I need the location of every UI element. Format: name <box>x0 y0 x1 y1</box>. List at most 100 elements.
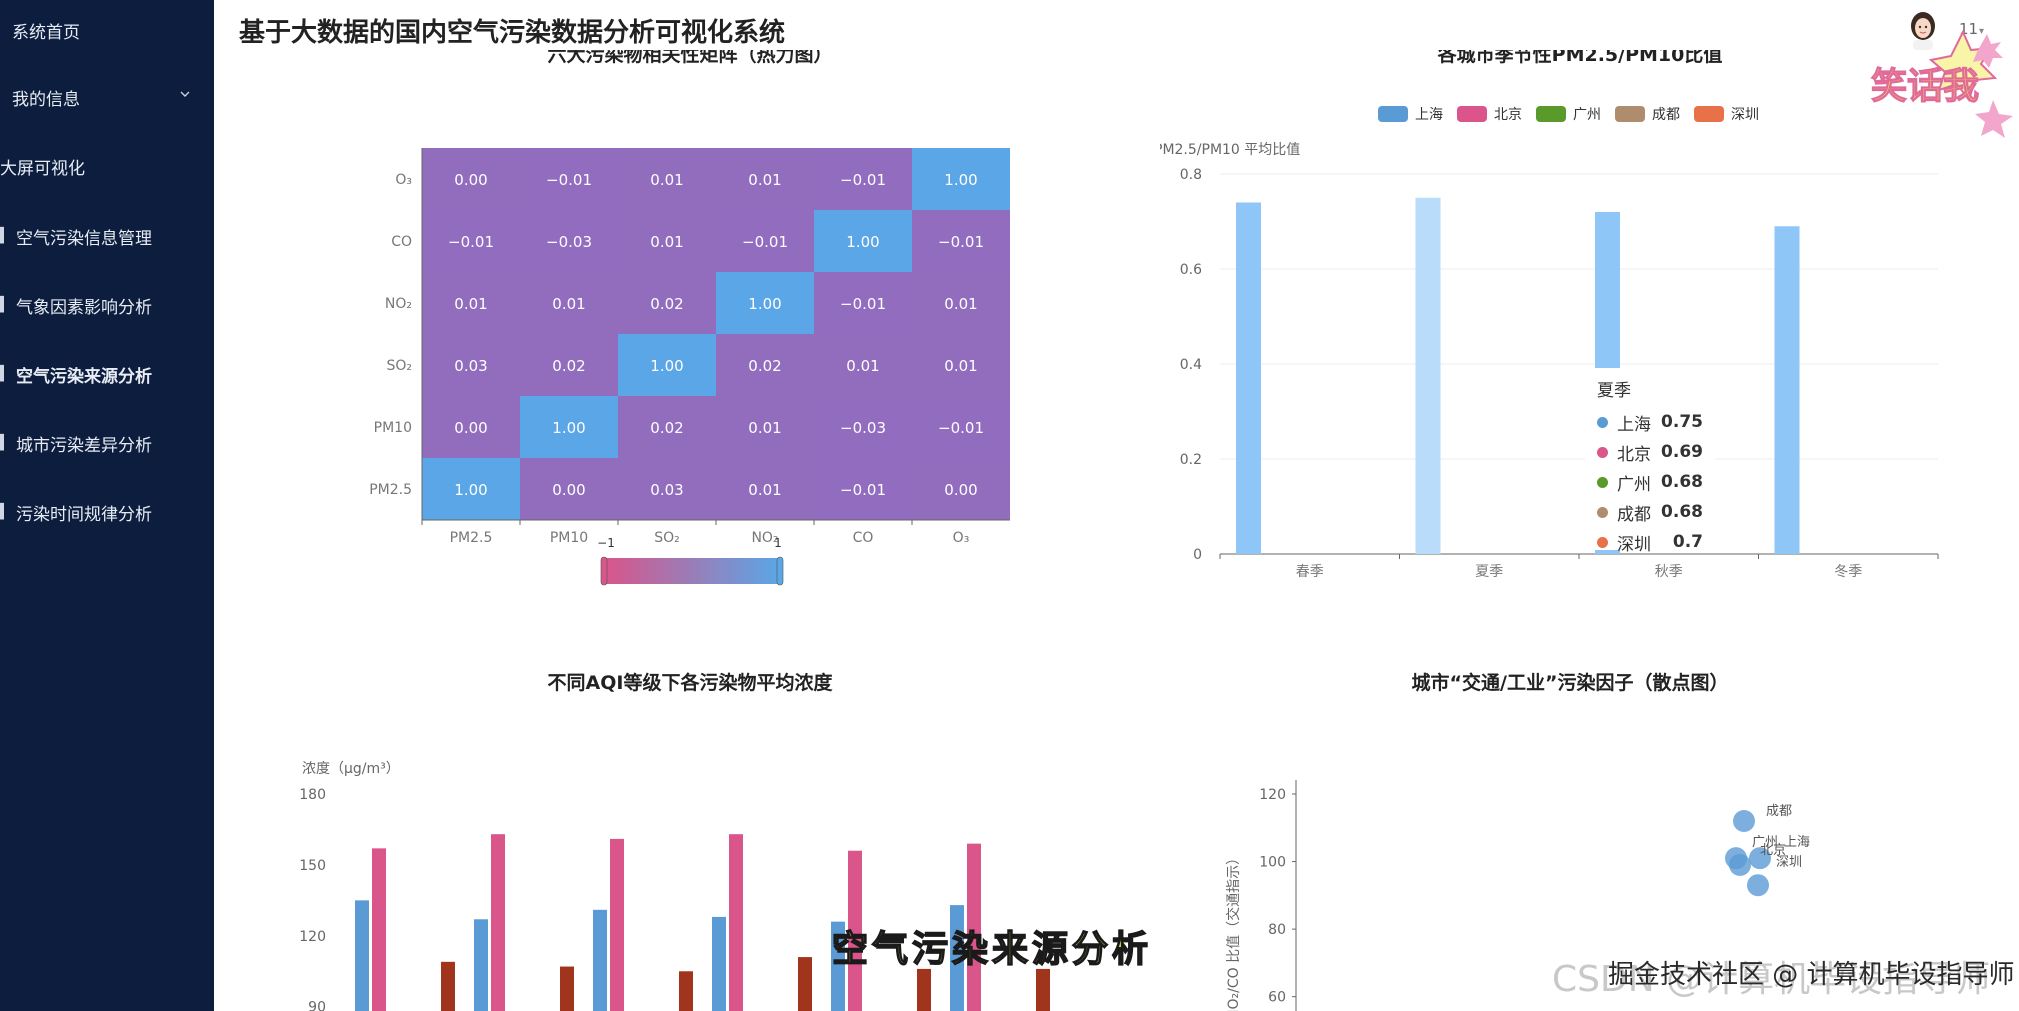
tooltip-series-name: 北京 <box>1617 444 1651 465</box>
y-tick-label: 150 <box>299 858 326 874</box>
sidebar-item-label: 大屏可视化 <box>0 158 85 179</box>
heatmap-title: 六大污染物相关性矩阵（热力图） <box>547 50 833 66</box>
tooltip-row: 上海 0.75 <box>1597 407 1703 437</box>
y-tick-label: 0.6 <box>1180 262 1202 278</box>
y-tick-label: 0.2 <box>1180 452 1202 468</box>
heatmap-cell-label: 0.02 <box>748 357 781 375</box>
scatter-point-label: 成都 <box>1766 804 1792 819</box>
scatter-point <box>1747 874 1769 897</box>
heatmap-cell-label: −0.01 <box>938 419 984 437</box>
heatmap-cell-label: −0.01 <box>546 171 592 189</box>
aqi-bar <box>372 848 386 1011</box>
sidebar-item-label: 气象因素影响分析 <box>16 297 152 318</box>
heatmap-cell-label: 0.01 <box>748 171 781 189</box>
y-tick-label: 120 <box>299 929 326 945</box>
heatmap-cell-label: 0.01 <box>650 171 683 189</box>
legend-swatch <box>1536 106 1566 122</box>
tooltip-series-name: 深圳 <box>1617 534 1651 555</box>
sidebar-item-city-diff[interactable]: ▍ 城市污染差异分析 <box>0 413 214 473</box>
sidebar-item-label: 空气污染信息管理 <box>16 228 152 249</box>
y-tick-label: 0.8 <box>1180 167 1202 183</box>
season-ratio-chart: 上海 北京 广州 成都 深圳PM2.5/PM10 平均比值00.20.40.60.8春季… <box>1160 106 1939 580</box>
visual-map-handle-max <box>776 556 784 586</box>
heatmap-cell-label: 1.00 <box>650 357 683 375</box>
sidebar-item-weather[interactable]: ▍ 气象因素影响分析 <box>0 275 214 335</box>
tooltip-row: 深圳 0.7 <box>1597 527 1703 557</box>
x-tick-label: 春季 <box>1296 564 1324 580</box>
y-axis-label: PM2.5/PM10 平均比值 <box>1160 142 1300 158</box>
heatmap-cell-label: −0.03 <box>546 233 592 251</box>
sidebar-item-home[interactable]: 系统首页 <box>0 0 214 60</box>
aqi-bar <box>917 968 931 1011</box>
legend-swatch <box>1615 106 1645 122</box>
watermark-front: 掘金技术社区 @ 计算机毕设指导师 <box>1608 960 2015 990</box>
legend-dot-icon <box>1597 446 1608 458</box>
legend-label: 北京 <box>1494 107 1522 123</box>
y-tick-label: 180 <box>299 787 326 803</box>
y-tick-label: NO₂ <box>385 296 412 312</box>
aqi-bar <box>712 916 726 1011</box>
heatmap-cell-label: −0.01 <box>840 295 886 313</box>
bar-上海 <box>1236 202 1261 554</box>
heatmap-cell-label: 0.01 <box>748 481 781 499</box>
heatmap-cell-label: 0.03 <box>650 481 683 499</box>
visual-map-bar <box>604 558 780 584</box>
sidebar-item-label: 我的信息 <box>12 89 80 110</box>
heatmap-cell-label: −0.01 <box>840 171 886 189</box>
heatmap-cell-label: 1.00 <box>552 419 585 437</box>
sidebar-item-label: 污染时间规律分析 <box>16 504 152 525</box>
sidebar-item-source[interactable]: ▍ 空气污染来源分析 <box>0 344 214 404</box>
heatmap-cell-label: 0.00 <box>552 481 585 499</box>
heatmap-cell-label: −0.03 <box>840 419 886 437</box>
y-tick-label: O₃ <box>395 172 412 188</box>
sidebar-item-label: 空气污染来源分析 <box>16 366 152 387</box>
y-tick-label: 0 <box>1193 547 1202 563</box>
visual-map-handle-min <box>600 556 608 586</box>
heatmap-cell-label: 0.01 <box>650 233 683 251</box>
heatmap-cell-label: 0.02 <box>552 357 585 375</box>
heatmap-cell-label: 0.02 <box>650 295 683 313</box>
sidebar-item-label: 城市污染差异分析 <box>16 435 152 456</box>
heatmap-cell-label: 0.00 <box>454 171 487 189</box>
sidebar-item-my-info[interactable]: 我的信息 <box>0 67 214 127</box>
legend-label: 深圳 <box>1731 107 1759 123</box>
heatmap-cell-label: 0.01 <box>454 295 487 313</box>
y-tick-label: PM10 <box>374 420 412 436</box>
heatmap-cell-label: −0.01 <box>840 481 886 499</box>
legend-dot-icon <box>1597 506 1608 518</box>
heatmap-cell-label: 0.01 <box>944 295 977 313</box>
season-chart-title: 各城市季节性PM2.5/PM10比值 <box>1437 50 1723 66</box>
y-tick-label: 100 <box>1259 855 1286 871</box>
tooltip-series-name: 成都 <box>1617 504 1651 525</box>
aqi-bar <box>610 838 624 1011</box>
x-tick-label: 夏季 <box>1475 564 1503 580</box>
heatmap-cell-label: 0.03 <box>454 357 487 375</box>
aqi-bar <box>593 909 607 1011</box>
sidebar-item-time[interactable]: ▍ 污染时间规律分析 <box>0 482 214 542</box>
x-tick-label: 秋季 <box>1655 564 1683 580</box>
sidebar-item-big-screen[interactable]: 大屏可视化 <box>0 136 214 196</box>
heatmap-cell-label: 1.00 <box>944 171 977 189</box>
bar-上海 <box>1774 226 1800 554</box>
x-tick-label: CO <box>853 530 874 546</box>
sidebar: 系统首页 我的信息 大屏可视化 ▍ 空气污染信息管理 ▍ 气象因素影响分析 ▍ … <box>0 0 214 1011</box>
legend-swatch <box>1694 106 1724 122</box>
aqi-bar <box>679 971 693 1011</box>
x-tick-label: O₃ <box>953 530 970 546</box>
tooltip-series-name: 广州 <box>1617 474 1651 495</box>
visual-map-max-label: 1 <box>774 536 782 550</box>
list-icon: ▍ <box>0 504 11 520</box>
page-title: 基于大数据的国内空气污染数据分析可视化系统 <box>239 18 786 48</box>
heatmap-cell-label: 1.00 <box>846 233 879 251</box>
tooltip-series-value: 0.69 <box>1661 442 1703 462</box>
x-tick-label: SO₂ <box>654 530 680 546</box>
y-tick-label: 80 <box>1268 922 1286 938</box>
legend-dot-icon <box>1597 536 1608 548</box>
correlation-heatmap: 1.00 0.00 0.03 0.01 −0.01 0.00 0.00 1.00 0.02 0.0… <box>369 148 1010 586</box>
heatmap-cell-label: 0.00 <box>944 481 977 499</box>
legend-dot-icon <box>1597 476 1608 488</box>
sidebar-item-pollution-info[interactable]: ▍ 空气污染信息管理 <box>0 206 214 266</box>
legend-label: 上海 <box>1415 107 1443 123</box>
aqi-bar <box>355 900 369 1011</box>
chevron-down-icon <box>180 91 190 97</box>
